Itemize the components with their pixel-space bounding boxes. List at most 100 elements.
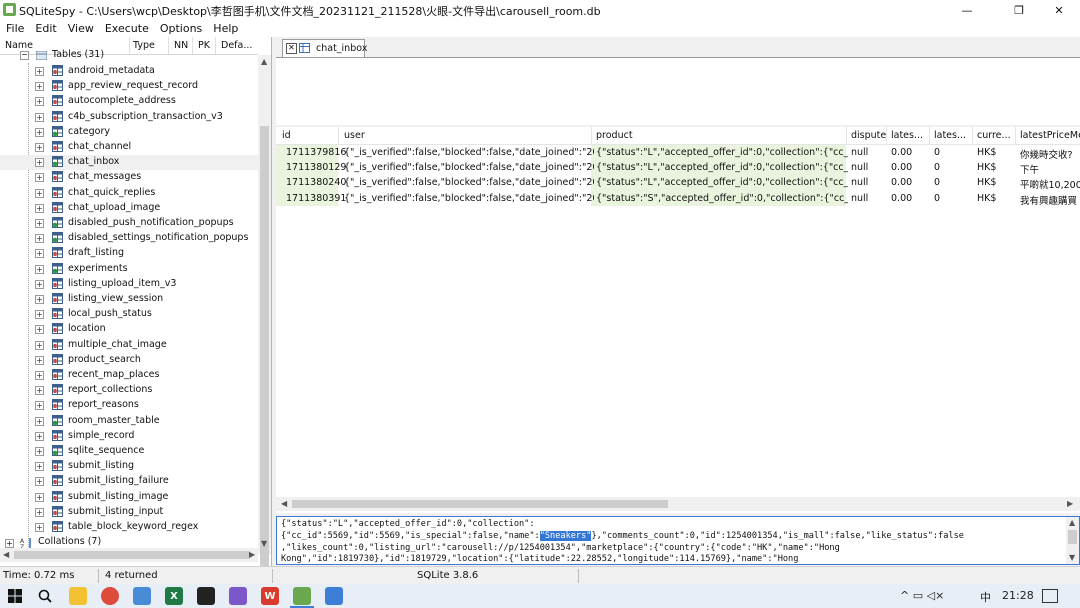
menu-file[interactable]: File	[0, 20, 29, 37]
table-row[interactable]: 1711380240 {"_is_verified":false,"blocked…	[276, 175, 1080, 191]
grid-horizontal-scroll-thumb[interactable]	[292, 500, 668, 508]
expand-toggle-icon[interactable]: +	[35, 158, 44, 168]
chrome-icon[interactable]	[101, 587, 119, 605]
tree-item-simple-record[interactable]: + simple_record	[0, 429, 258, 444]
expand-toggle-icon[interactable]: +	[35, 340, 44, 350]
column-divider[interactable]	[168, 37, 169, 54]
scroll-down-arrow-icon[interactable]: ▼	[261, 539, 267, 548]
minimize-button[interactable]: —	[944, 0, 990, 20]
close-tab-icon[interactable]: ✕	[286, 43, 297, 54]
tables-node-label[interactable]: Tables (31)	[52, 49, 104, 60]
grid-column-divider[interactable]	[1015, 127, 1016, 144]
expand-toggle-icon[interactable]: +	[35, 219, 44, 228]
menu-view[interactable]: View	[62, 20, 99, 37]
tray-icons[interactable]: ^ ▭ ◁×	[900, 589, 944, 602]
table-cell[interactable]: 我有興趣購買	[1020, 193, 1080, 207]
column-divider[interactable]	[192, 37, 193, 54]
expand-toggle-icon[interactable]: +	[35, 234, 44, 244]
expand-toggle-icon[interactable]: +	[35, 264, 44, 274]
table-cell[interactable]: 1711380240	[286, 177, 346, 188]
table-cell[interactable]: {"status":"L","accepted_offer_id":0,"col…	[596, 177, 848, 188]
table-cell[interactable]: {"_is_verified":false,"blocked":false,"d…	[344, 162, 594, 173]
table-cell[interactable]: HK$	[977, 162, 1017, 173]
expand-toggle-icon[interactable]: +	[35, 249, 44, 259]
tree-item-autocomplete-address[interactable]: + autocomplete_address	[0, 94, 258, 109]
scroll-left-arrow-icon[interactable]: ◀	[3, 550, 9, 559]
tree-item-android-metadata[interactable]: + android_metadata	[0, 64, 258, 79]
collapse-tables-toggle[interactable]: −	[20, 51, 29, 60]
expand-toggle-icon[interactable]: +	[35, 127, 44, 137]
tree-horizontal-scroll-thumb[interactable]	[14, 551, 250, 559]
tree-item-report-collections[interactable]: + report_collections	[0, 383, 258, 398]
app-icon[interactable]	[325, 587, 343, 605]
expand-collations-toggle[interactable]: +	[5, 539, 14, 548]
excel-icon[interactable]: X	[165, 587, 183, 605]
expand-toggle-icon[interactable]: +	[35, 143, 44, 152]
detail-scroll-down-arrow-icon[interactable]: ▼	[1069, 553, 1075, 562]
tree-item-disabled-settings-notification-popups[interactable]: + disabled_settings_notification_popups	[0, 231, 258, 246]
windows-start-icon[interactable]	[8, 589, 22, 603]
expand-toggle-icon[interactable]: +	[35, 188, 44, 198]
tree-item-report-reasons[interactable]: + report_reasons	[0, 398, 258, 413]
grid-scroll-left-arrow-icon[interactable]: ◀	[281, 499, 287, 508]
expand-toggle-icon[interactable]: +	[35, 371, 44, 380]
tree-item-c4b-subscription-transaction-v3[interactable]: + c4b_subscription_transaction_v3	[0, 110, 258, 125]
grid-column-divider[interactable]	[929, 127, 930, 144]
file-explorer-icon[interactable]	[69, 587, 87, 605]
grid-column-header[interactable]: lates...	[934, 130, 974, 141]
tree-item-disabled-push-notification-popups[interactable]: + disabled_push_notification_popups	[0, 216, 258, 231]
clock[interactable]: 21:28	[1002, 589, 1034, 602]
expand-toggle-icon[interactable]: +	[35, 82, 44, 92]
wps-icon[interactable]: W	[261, 587, 279, 605]
table-row[interactable]: 1711379816 {"_is_verified":false,"blocked…	[276, 145, 1080, 161]
tree-item-submit-listing-input[interactable]: + submit_listing_input	[0, 505, 258, 520]
table-cell[interactable]: {"status":"L","accepted_offer_id":0,"col…	[596, 162, 848, 173]
table-row[interactable]: 1711380129 {"_is_verified":false,"blocked…	[276, 160, 1080, 176]
tree-item-table-block-keyword-regex[interactable]: + table_block_keyword_regex	[0, 520, 258, 535]
table-cell[interactable]: null	[851, 147, 889, 158]
expand-toggle-icon[interactable]: +	[35, 279, 44, 289]
grid-column-divider[interactable]	[591, 127, 592, 144]
tree-item-room-master-table[interactable]: + room_master_table	[0, 414, 258, 429]
tree-item-sqlite-sequence[interactable]: + sqlite_sequence	[0, 444, 258, 459]
table-cell[interactable]: 1711379816	[286, 147, 346, 158]
column-divider[interactable]	[129, 37, 130, 54]
expand-toggle-icon[interactable]: +	[35, 492, 44, 502]
table-cell[interactable]: null	[851, 162, 889, 173]
expand-toggle-icon[interactable]: +	[35, 523, 44, 532]
ime-indicator[interactable]: 中	[980, 589, 991, 605]
grid-column-header[interactable]: user	[344, 130, 594, 141]
tree-item-submit-listing[interactable]: + submit_listing	[0, 459, 258, 474]
notification-icon[interactable]	[1042, 589, 1058, 603]
expand-toggle-icon[interactable]: +	[35, 386, 44, 396]
tree-item-chat-inbox[interactable]: + chat_inbox	[0, 155, 258, 171]
tree-item-product-search[interactable]: + product_search	[0, 353, 258, 368]
tree-item-local-push-status[interactable]: + local_push_status	[0, 307, 258, 322]
grid-column-divider[interactable]	[338, 127, 339, 144]
column-name-header[interactable]: Name	[5, 40, 33, 51]
table-cell[interactable]: {"_is_verified":false,"blocked":false,"d…	[344, 147, 594, 158]
grid-column-header[interactable]: id	[282, 130, 342, 141]
tree-item-chat-upload-image[interactable]: + chat_upload_image	[0, 201, 258, 216]
expand-toggle-icon[interactable]: +	[35, 447, 44, 456]
table-cell[interactable]: 1711380129	[286, 162, 346, 173]
table-cell[interactable]: 0	[934, 147, 974, 158]
app-icon[interactable]	[229, 587, 247, 605]
scroll-right-arrow-icon[interactable]: ▶	[249, 550, 255, 559]
expand-toggle-icon[interactable]: +	[35, 462, 44, 472]
expand-toggle-icon[interactable]: +	[35, 401, 44, 411]
close-button[interactable]: ✕	[1036, 0, 1080, 20]
menu-edit[interactable]: Edit	[29, 20, 61, 37]
tab-chat-inbox[interactable]: ✕ chat_inbox	[282, 39, 367, 58]
table-cell[interactable]: 1711380391	[286, 193, 346, 204]
table-cell[interactable]: {"_is_verified":false,"blocked":false,"d…	[344, 193, 594, 204]
sql-editor[interactable]	[276, 57, 1080, 125]
tree-item-submit-listing-failure[interactable]: + submit_listing_failure	[0, 474, 258, 489]
tree-item-submit-listing-image[interactable]: + submit_listing_image	[0, 490, 258, 505]
table-cell[interactable]: HK$	[977, 147, 1017, 158]
detail-scroll-thumb[interactable]	[1068, 530, 1077, 544]
expand-toggle-icon[interactable]: +	[35, 477, 44, 487]
expand-toggle-icon[interactable]: +	[35, 325, 44, 335]
menu-execute[interactable]: Execute	[99, 20, 154, 37]
menu-help[interactable]: Help	[207, 20, 243, 37]
